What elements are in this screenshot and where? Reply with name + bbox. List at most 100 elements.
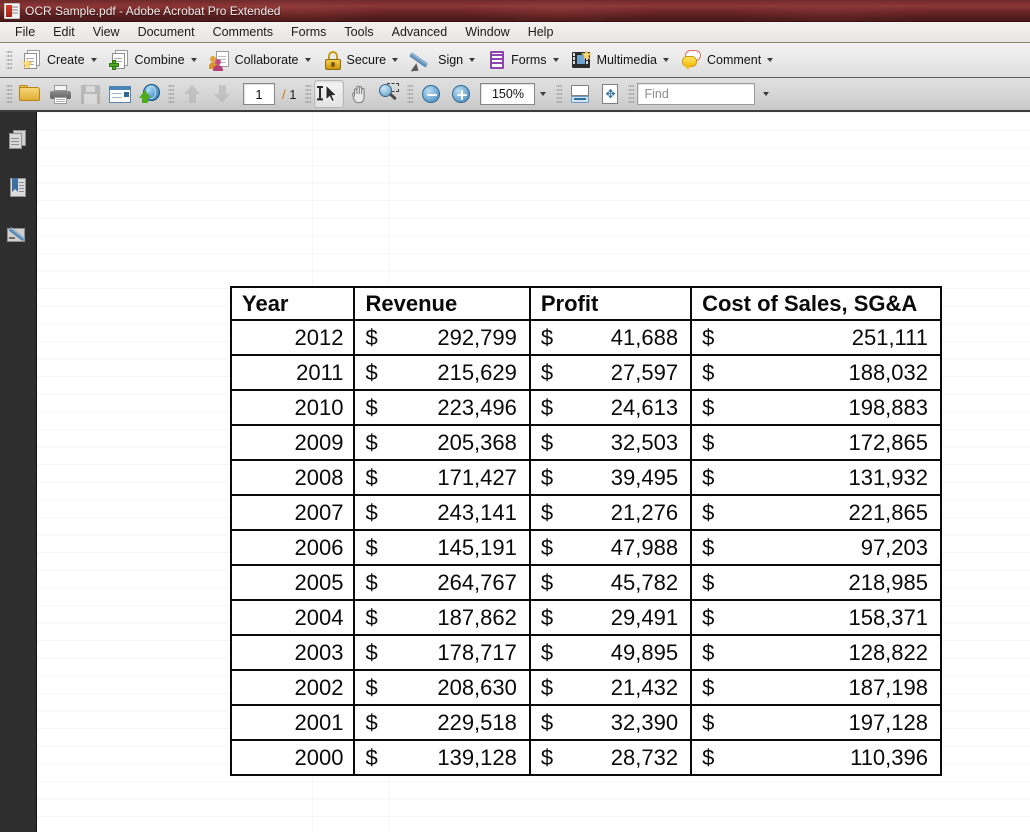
- currency-symbol: $: [702, 394, 715, 420]
- column-header-cost: Cost of Sales, SG&A: [690, 286, 942, 321]
- forms-button[interactable]: Forms: [481, 47, 564, 74]
- chevron-down-icon[interactable]: [540, 92, 547, 96]
- comment-button[interactable]: Comment: [675, 47, 779, 74]
- cell-profit: $24,613: [528, 389, 693, 426]
- secure-button[interactable]: Secure: [317, 47, 405, 74]
- workspace: Year Revenue Profit Cost of Sales, SG&A …: [0, 112, 1030, 832]
- previous-page-button[interactable]: [177, 80, 207, 108]
- cell-year: 2000: [229, 739, 356, 776]
- toolbar-grip[interactable]: [556, 83, 563, 105]
- table-row: 2009 $205,368 $32,503 $172,865: [229, 424, 942, 461]
- sign-button[interactable]: Sign: [404, 47, 481, 75]
- multimedia-button[interactable]: Multimedia: [565, 47, 675, 74]
- navigation-rail: [0, 112, 37, 832]
- menu-advanced[interactable]: Advanced: [383, 23, 457, 41]
- currency-symbol: $: [702, 429, 715, 455]
- cell-revenue-value: 223,496: [437, 394, 517, 420]
- zoom-level-input[interactable]: 150%: [480, 83, 536, 105]
- toolbar-grip[interactable]: [6, 83, 12, 105]
- cell-profit: $27,597: [528, 354, 693, 391]
- cell-cost-value: 198,883: [848, 394, 928, 420]
- menu-document[interactable]: Document: [129, 23, 204, 41]
- select-text-icon: [316, 85, 340, 103]
- cell-profit-value: 41,688: [610, 324, 679, 350]
- combine-button[interactable]: Combine: [103, 47, 203, 74]
- cell-cost-value: 188,032: [848, 359, 928, 385]
- zoom-in-button[interactable]: [446, 80, 476, 108]
- currency-symbol: $: [702, 499, 715, 525]
- cell-revenue: $229,518: [353, 704, 531, 741]
- cell-year: 2008: [229, 459, 356, 496]
- menu-tools[interactable]: Tools: [335, 23, 382, 41]
- menu-edit[interactable]: Edit: [44, 23, 84, 41]
- fit-page-button[interactable]: ✥: [595, 80, 625, 108]
- cell-profit-value: 49,895: [610, 639, 679, 665]
- toolbar-grip[interactable]: [407, 83, 414, 105]
- currency-symbol: $: [702, 534, 715, 560]
- collaborate-button[interactable]: Collaborate: [203, 47, 317, 74]
- menu-window[interactable]: Window: [456, 23, 518, 41]
- arrow-down-icon: [213, 85, 231, 103]
- open-file-button[interactable]: [15, 80, 45, 108]
- cell-cost-value: 221,865: [848, 499, 928, 525]
- fit-page-icon: ✥: [601, 84, 619, 104]
- cell-profit: $21,276: [528, 494, 693, 531]
- hand-tool-button[interactable]: [344, 80, 374, 108]
- cell-year: 2009: [229, 424, 356, 461]
- menu-comments[interactable]: Comments: [204, 23, 282, 41]
- currency-symbol: $: [702, 639, 715, 665]
- column-header-revenue: Revenue: [353, 286, 531, 321]
- sidebar-item-bookmarks[interactable]: [4, 174, 32, 202]
- toolbar-grip[interactable]: [628, 83, 635, 105]
- create-button[interactable]: Create: [15, 47, 103, 74]
- cell-revenue-value: 243,141: [437, 499, 517, 525]
- upload-button[interactable]: [135, 80, 165, 108]
- next-page-button[interactable]: [207, 80, 237, 108]
- menu-forms[interactable]: Forms: [282, 23, 335, 41]
- column-header-profit: Profit: [528, 286, 693, 321]
- document-viewport[interactable]: Year Revenue Profit Cost of Sales, SG&A …: [37, 112, 1030, 832]
- cell-cost-value: 187,198: [848, 674, 928, 700]
- cell-revenue: $243,141: [353, 494, 531, 531]
- currency-symbol: $: [702, 569, 715, 595]
- currency-symbol: $: [365, 569, 378, 595]
- cell-cost: $198,883: [690, 389, 942, 426]
- save-button[interactable]: [75, 80, 105, 108]
- currency-symbol: $: [702, 464, 715, 490]
- select-tool-button[interactable]: [314, 80, 345, 108]
- page-total-value: 1: [289, 86, 297, 102]
- fit-width-button[interactable]: [565, 80, 595, 108]
- table-row: 2003 $178,717 $49,895 $128,822: [229, 634, 942, 671]
- open-folder-icon: [19, 85, 41, 103]
- marquee-zoom-button[interactable]: [374, 80, 404, 108]
- toolbar-grip[interactable]: [305, 83, 312, 105]
- combine-button-label: Combine: [134, 53, 185, 67]
- sidebar-item-signatures[interactable]: [4, 222, 32, 250]
- toolbar-grip[interactable]: [168, 83, 174, 105]
- cell-revenue-value: 205,368: [437, 429, 517, 455]
- tasks-toolbar: Create Combine Collaborate Secure Sign F…: [0, 43, 1030, 78]
- print-button[interactable]: [45, 80, 75, 108]
- menubar: File Edit View Document Comments Forms T…: [0, 22, 1030, 43]
- menu-file[interactable]: File: [6, 23, 44, 41]
- currency-symbol: $: [540, 534, 554, 560]
- page-number-input[interactable]: 1: [243, 83, 275, 105]
- email-button[interactable]: [105, 80, 135, 108]
- cell-year: 2012: [229, 319, 356, 356]
- zoom-out-button[interactable]: [416, 80, 446, 108]
- window-titlebar: OCR Sample.pdf - Adobe Acrobat Pro Exten…: [0, 0, 1030, 22]
- toolbar-grip[interactable]: [6, 49, 12, 71]
- chevron-down-icon[interactable]: [763, 92, 770, 96]
- forms-button-label: Forms: [511, 53, 547, 67]
- cell-profit: $41,688: [528, 319, 693, 356]
- bookmark-icon: [7, 177, 29, 199]
- currency-symbol: $: [540, 394, 554, 420]
- sidebar-item-page-thumbnails[interactable]: [4, 126, 32, 154]
- file-toolbar: 1 / 1 150% ✥ Find: [0, 78, 1030, 112]
- menu-help[interactable]: Help: [519, 23, 563, 41]
- currency-symbol: $: [365, 709, 378, 735]
- menu-view[interactable]: View: [84, 23, 129, 41]
- find-input[interactable]: Find: [637, 83, 756, 105]
- chevron-down-icon: [304, 58, 311, 62]
- cell-cost-value: 218,985: [848, 569, 928, 595]
